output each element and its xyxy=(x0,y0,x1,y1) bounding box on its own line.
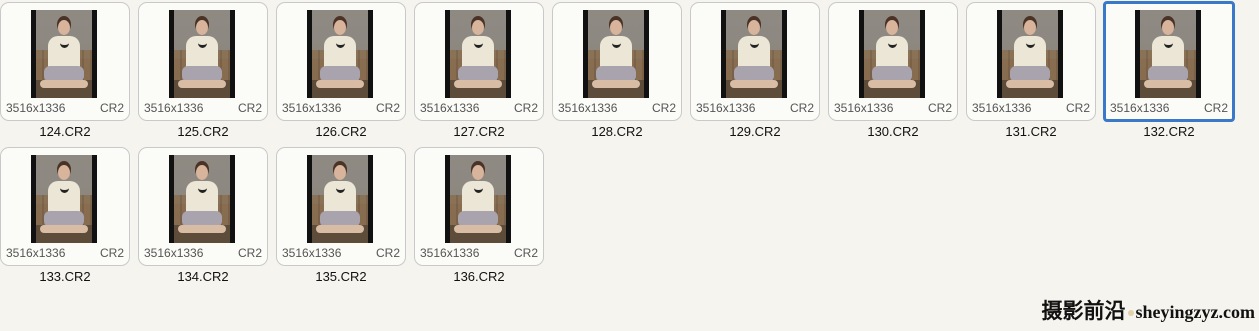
file-name[interactable]: 135.CR2 xyxy=(276,269,406,285)
file-name[interactable]: 136.CR2 xyxy=(414,269,544,285)
image-dimensions: 3516x1336 xyxy=(696,101,756,115)
image-dimensions: 3516x1336 xyxy=(282,101,342,115)
file-type: CR2 xyxy=(1065,101,1090,115)
file-name[interactable]: 132.CR2 xyxy=(1104,124,1234,140)
thumbnail-image xyxy=(31,10,97,98)
thumbnail-image xyxy=(169,10,235,98)
file-type: CR2 xyxy=(789,101,814,115)
file-tile[interactable]: 3516x1336 CR2 131.CR2 xyxy=(966,2,1096,140)
file-tile[interactable]: 3516x1336 CR2 125.CR2 xyxy=(138,2,268,140)
file-type: CR2 xyxy=(513,101,538,115)
image-dimensions: 3516x1336 xyxy=(6,246,66,260)
watermark-cn: 摄影前沿 xyxy=(1041,298,1126,323)
file-tile[interactable]: 3516x1336 CR2 136.CR2 xyxy=(414,147,544,285)
file-type: CR2 xyxy=(375,246,400,260)
thumbnail-image xyxy=(307,10,373,98)
file-tile[interactable]: 3516x1336 CR2 128.CR2 xyxy=(552,2,682,140)
file-type: CR2 xyxy=(927,101,952,115)
file-type: CR2 xyxy=(513,246,538,260)
thumbnail-image xyxy=(169,155,235,243)
thumbnail-image xyxy=(445,10,511,98)
file-name[interactable]: 128.CR2 xyxy=(552,124,682,140)
file-name[interactable]: 133.CR2 xyxy=(0,269,130,285)
image-dimensions: 3516x1336 xyxy=(282,246,342,260)
file-name[interactable]: 134.CR2 xyxy=(138,269,268,285)
image-dimensions: 3516x1336 xyxy=(834,101,894,115)
file-name[interactable]: 129.CR2 xyxy=(690,124,820,140)
image-dimensions: 3516x1336 xyxy=(972,101,1032,115)
file-name[interactable]: 126.CR2 xyxy=(276,124,406,140)
file-name[interactable]: 130.CR2 xyxy=(828,124,958,140)
image-dimensions: 3516x1336 xyxy=(144,101,204,115)
file-type: CR2 xyxy=(237,246,262,260)
thumbnail-image xyxy=(859,10,925,98)
thumbnail-image xyxy=(445,155,511,243)
watermark-site: sheyingzyz.com xyxy=(1135,302,1255,322)
file-name[interactable]: 131.CR2 xyxy=(966,124,1096,140)
image-dimensions: 3516x1336 xyxy=(6,101,66,115)
file-type: CR2 xyxy=(375,101,400,115)
watermark-dot-icon xyxy=(1127,309,1134,316)
file-tile[interactable]: 3516x1336 CR2 126.CR2 xyxy=(276,2,406,140)
image-dimensions: 3516x1336 xyxy=(1110,101,1170,115)
thumbnail-image xyxy=(307,155,373,243)
file-tile[interactable]: 3516x1336 CR2 134.CR2 xyxy=(138,147,268,285)
file-tile[interactable]: 3516x1336 CR2 124.CR2 xyxy=(0,2,130,140)
file-type: CR2 xyxy=(99,101,124,115)
file-tile[interactable]: 3516x1336 CR2 127.CR2 xyxy=(414,2,544,140)
thumbnail-image xyxy=(721,10,787,98)
file-type: CR2 xyxy=(237,101,262,115)
file-type: CR2 xyxy=(1203,101,1228,115)
thumbnail-image xyxy=(997,10,1063,98)
file-type: CR2 xyxy=(99,246,124,260)
file-name[interactable]: 127.CR2 xyxy=(414,124,544,140)
file-name[interactable]: 124.CR2 xyxy=(0,124,130,140)
thumbnail-image xyxy=(1135,10,1201,98)
file-name[interactable]: 125.CR2 xyxy=(138,124,268,140)
file-grid: 3516x1336 CR2 124.CR2 3516x1336 CR2 125.CR… xyxy=(0,1,1259,285)
file-tile-selected[interactable]: 3516x1336 CR2 132.CR2 xyxy=(1103,1,1235,140)
file-tile[interactable]: 3516x1336 CR2 135.CR2 xyxy=(276,147,406,285)
image-dimensions: 3516x1336 xyxy=(558,101,618,115)
image-dimensions: 3516x1336 xyxy=(420,246,480,260)
image-dimensions: 3516x1336 xyxy=(420,101,480,115)
file-tile[interactable]: 3516x1336 CR2 129.CR2 xyxy=(690,2,820,140)
thumbnail-image xyxy=(31,155,97,243)
file-tile[interactable]: 3516x1336 CR2 133.CR2 xyxy=(0,147,130,285)
file-tile[interactable]: 3516x1336 CR2 130.CR2 xyxy=(828,2,958,140)
file-type: CR2 xyxy=(651,101,676,115)
image-dimensions: 3516x1336 xyxy=(144,246,204,260)
thumbnail-image xyxy=(583,10,649,98)
watermark-logo: 摄影前沿 sheyingzyz.com xyxy=(1042,295,1255,325)
